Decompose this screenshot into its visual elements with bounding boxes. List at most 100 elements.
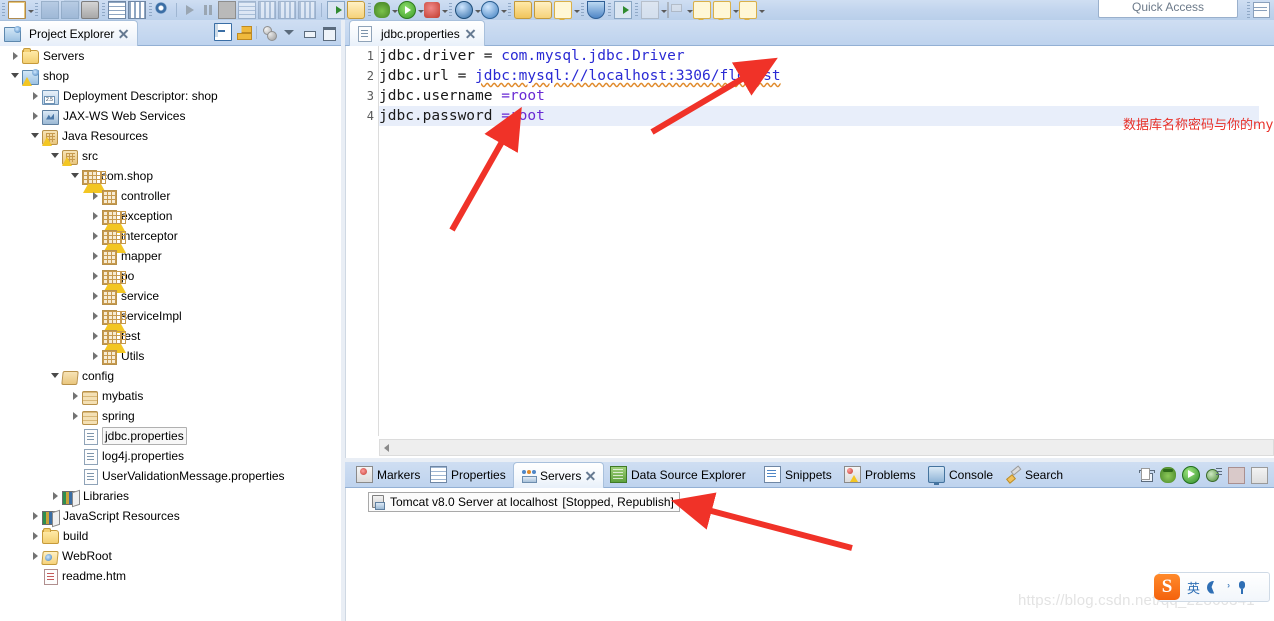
tree-item-serviceimpl[interactable]: serviceImpl xyxy=(0,306,341,333)
toolbar-group-handle-4[interactable] xyxy=(368,3,371,17)
tree-item-build[interactable]: build xyxy=(0,526,341,546)
debug-icon[interactable] xyxy=(1160,467,1176,483)
callout-icon-2[interactable] xyxy=(713,1,731,20)
view-menu-icon[interactable] xyxy=(281,24,297,40)
tree-item-java-resources[interactable]: Java Resources xyxy=(0,126,341,146)
tree-item-src[interactable]: src xyxy=(0,146,341,166)
tree-item-po[interactable]: po xyxy=(0,266,341,293)
export-icon[interactable] xyxy=(327,1,345,19)
callout2-dropdown-arrow[interactable] xyxy=(732,2,739,18)
tab-markers[interactable]: Markers xyxy=(349,462,427,487)
close-icon[interactable] xyxy=(118,28,129,39)
tree-item-uservalidationmessage-properties[interactable]: UserValidationMessage.properties xyxy=(0,466,341,486)
link-with-editor-icon[interactable] xyxy=(236,24,252,40)
code-content[interactable]: jdbc.driver = com.mysql.jdbc.Driver jdbc.… xyxy=(379,46,1259,436)
twisty-closed-icon[interactable] xyxy=(68,386,82,406)
tree-item-readme-htm[interactable]: readme.htm xyxy=(0,566,341,586)
stop-icon[interactable] xyxy=(1228,466,1245,484)
save-all-icon[interactable] xyxy=(61,1,79,19)
tree-item-libraries[interactable]: Libraries xyxy=(0,486,341,506)
grid-icon[interactable] xyxy=(108,1,126,19)
editor-body[interactable]: 1 2 3 4 jdbc.driver = com.mysql.jdbc.Driver… xyxy=(345,46,1274,458)
toolbar-group-handle-3[interactable] xyxy=(149,3,152,17)
callout-icon-1[interactable] xyxy=(693,1,711,20)
toolbar-group-handle-5[interactable] xyxy=(449,3,452,17)
close-icon[interactable] xyxy=(465,28,476,39)
twisty-closed-icon[interactable] xyxy=(88,226,102,246)
run-dropdown-arrow[interactable] xyxy=(417,2,424,18)
quick-access-input[interactable]: Quick Access xyxy=(1098,0,1238,18)
twisty-closed-icon[interactable] xyxy=(48,486,62,506)
bottom-panel-toolbar[interactable] xyxy=(1139,466,1268,484)
folder2-icon[interactable] xyxy=(534,1,552,19)
tree-item-service[interactable]: service xyxy=(0,286,341,306)
minimize-icon[interactable] xyxy=(301,24,317,40)
twisty-closed-icon[interactable] xyxy=(68,406,82,426)
flag-dropdown-arrow[interactable] xyxy=(686,2,693,18)
tree-item-log4j-properties[interactable]: log4j.properties xyxy=(0,446,341,466)
twisty-closed-icon[interactable] xyxy=(88,266,102,286)
code-line[interactable]: jdbc.username =root xyxy=(379,86,1259,106)
debug-dropdown-arrow[interactable] xyxy=(391,2,398,18)
maximize-icon[interactable] xyxy=(321,24,337,41)
twisty-closed-icon[interactable] xyxy=(88,246,102,266)
tab-console[interactable]: Console xyxy=(921,462,1000,487)
shield-icon[interactable] xyxy=(587,1,605,19)
twisty-open-icon[interactable] xyxy=(68,166,82,186)
toolbar-group-handle-1[interactable] xyxy=(35,3,38,17)
open-perspective-button[interactable] xyxy=(1253,2,1270,18)
blue-dropdown-arrow[interactable] xyxy=(500,2,507,18)
twisty-closed-icon[interactable] xyxy=(88,346,102,366)
tree-item-config[interactable]: config xyxy=(0,366,341,386)
twisty-closed-icon[interactable] xyxy=(88,326,102,346)
toolbar-group-handle-8[interactable] xyxy=(608,3,611,17)
perspective-bar-handle[interactable] xyxy=(1247,2,1250,18)
tree-item-mybatis[interactable]: mybatis xyxy=(0,386,341,406)
tree-item-jdbc-properties[interactable]: jdbc.properties xyxy=(0,426,341,446)
sogou-logo-icon[interactable]: S xyxy=(1154,574,1180,600)
twisty-closed-icon[interactable] xyxy=(28,106,42,126)
project-tree[interactable]: Servers shop Deployment Descriptor: shop JA… xyxy=(0,46,341,621)
tree-item-deployment-descriptor-shop[interactable]: Deployment Descriptor: shop xyxy=(0,86,341,106)
tree-item-shop[interactable]: shop xyxy=(0,66,341,86)
twisty-closed-icon[interactable] xyxy=(28,86,42,106)
bars-icon[interactable] xyxy=(128,1,146,19)
print-icon[interactable] xyxy=(81,1,99,19)
validate-icon[interactable] xyxy=(424,2,440,18)
tab-search[interactable]: Search xyxy=(999,462,1070,487)
twisty-closed-icon[interactable] xyxy=(8,46,22,66)
more-icon[interactable] xyxy=(1251,466,1268,484)
code-line[interactable]: jdbc.driver = com.mysql.jdbc.Driver xyxy=(379,46,1259,66)
twisty-closed-icon[interactable] xyxy=(88,306,102,326)
tab-problems[interactable]: Problems xyxy=(837,462,923,487)
comma-icon[interactable]: ˒ xyxy=(1227,580,1231,595)
save-icon[interactable] xyxy=(41,1,59,19)
toolbar-group-handle-6[interactable] xyxy=(508,3,511,17)
tree-item-spring[interactable]: spring xyxy=(0,406,341,426)
tree-item-mapper[interactable]: mapper xyxy=(0,246,341,266)
globe-icon[interactable] xyxy=(455,1,473,19)
twisty-closed-icon[interactable] xyxy=(88,186,102,206)
explorer-toolbar[interactable] xyxy=(214,23,337,41)
twisty-closed-icon[interactable] xyxy=(28,526,42,546)
toolbar-group-handle-9[interactable] xyxy=(635,3,638,17)
moon-icon[interactable] xyxy=(1207,581,1220,594)
filter-icon[interactable] xyxy=(261,24,277,41)
code-line[interactable]: jdbc.url = jdbc:mysql://localhost:3306/f… xyxy=(379,66,1259,86)
run-server-icon[interactable] xyxy=(614,1,632,19)
callout-dropdown-arrow[interactable] xyxy=(573,2,580,18)
new-dropdown-arrow[interactable] xyxy=(27,2,34,18)
tab-data-source-explorer[interactable]: Data Source Explorer xyxy=(603,462,753,487)
twisty-closed-icon[interactable] xyxy=(88,286,102,306)
folder-icon[interactable] xyxy=(514,1,532,19)
ime-toolbar[interactable]: S 英 ˒ xyxy=(1154,572,1270,602)
tree-item-test[interactable]: test xyxy=(0,326,341,353)
collapse-all-icon[interactable] xyxy=(214,23,232,41)
tree-item-utils[interactable]: Utils xyxy=(0,346,341,366)
twisty-open-icon[interactable] xyxy=(8,66,22,86)
main-toolbar[interactable]: Quick Access xyxy=(0,0,1274,21)
twisty-open-icon[interactable] xyxy=(48,146,62,166)
search-icon[interactable] xyxy=(155,2,171,18)
microphone-icon[interactable] xyxy=(1238,580,1247,594)
callout3-dropdown-arrow[interactable] xyxy=(758,2,765,18)
